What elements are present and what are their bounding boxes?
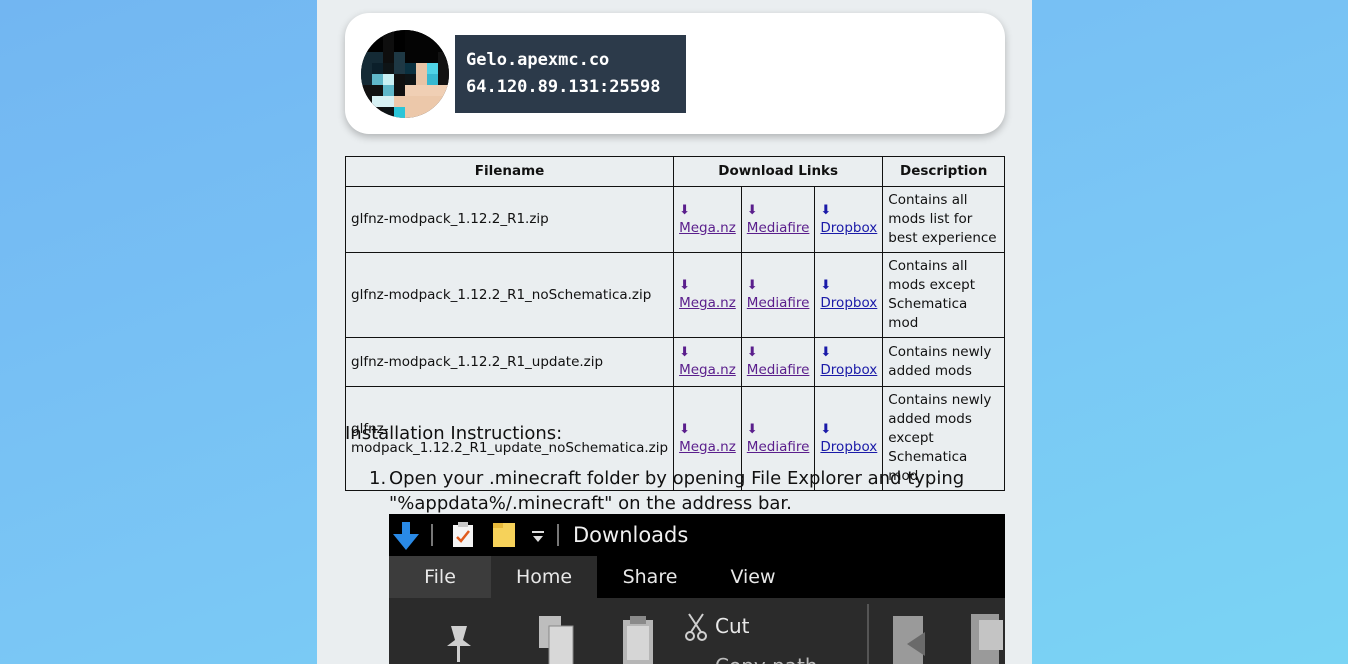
download-arrow-icon: ⬇ (746, 278, 758, 293)
mediafire-link-cell: ⬇ Mediafire (740, 186, 816, 253)
separator (867, 604, 869, 664)
copy-to-icon[interactable] (967, 612, 1005, 664)
list-item: 1. Open your .minecraft folder by openin… (369, 466, 1009, 516)
download-arrow-icon: ⬇ (820, 202, 832, 218)
ribbon-panel: Cut Copy path (389, 598, 1005, 664)
download-arrow-icon: ⬇ (679, 202, 690, 218)
download-arrow-icon: ⬇ (679, 421, 690, 437)
mega-link-cell: ⬇ Mega.nz (673, 337, 742, 387)
download-arrow-icon: ⬇ (746, 345, 758, 360)
mega-link[interactable]: Mega.nz (679, 362, 736, 378)
server-address-box[interactable]: Gelo.apexmc.co 64.120.89.131:25598 (455, 35, 686, 113)
download-arrow-icon: ⬇ (820, 345, 832, 360)
window-title: Downloads (573, 523, 689, 547)
dropbox-link[interactable]: Dropbox (820, 439, 877, 455)
paste-icon[interactable] (617, 610, 661, 664)
instruction-steps: 1. Open your .minecraft folder by openin… (369, 466, 1009, 516)
dropbox-link[interactable]: Dropbox (820, 220, 877, 236)
filename-cell: glfnz-modpack_1.12.2_R1_noSchematica.zip (344, 252, 675, 338)
mega-link[interactable]: Mega.nz (679, 295, 736, 311)
description-cell: Contains all mods except Schematica mod (882, 252, 1005, 338)
table-row: glfnz-modpack_1.12.2_R1_update.zip ⬇ Mega… (344, 337, 1005, 387)
tab-share[interactable]: Share (597, 556, 703, 598)
step-text: Open your .minecraft folder by opening F… (389, 468, 965, 514)
dropbox-link-cell: ⬇ Dropbox (814, 252, 884, 338)
properties-icon (453, 522, 473, 547)
pin-icon[interactable] (437, 620, 481, 664)
mediafire-link[interactable]: Mediafire (747, 439, 810, 455)
mega-link-cell: ⬇ Mega.nz (673, 252, 742, 338)
description-cell: Contains newly added mods (882, 337, 1005, 387)
mega-link-cell: ⬇ Mega.nz (673, 186, 742, 253)
customize-dropdown-icon (532, 531, 544, 542)
table-row: glfnz-modpack_1.12.2_R1_noSchematica.zip… (344, 252, 1005, 338)
copy-icon[interactable] (535, 612, 583, 664)
mega-link[interactable]: Mega.nz (679, 220, 736, 236)
dropbox-link[interactable]: Dropbox (820, 362, 877, 378)
separator (431, 524, 433, 546)
header-description: Description (882, 156, 1005, 187)
server-card: Gelo.apexmc.co 64.120.89.131:25598 (345, 13, 1005, 134)
dropbox-link-cell: ⬇ Dropbox (814, 186, 884, 253)
download-arrow-icon: ⬇ (746, 202, 758, 218)
dropbox-link[interactable]: Dropbox (820, 295, 877, 311)
download-arrow-icon (393, 522, 419, 550)
tab-file[interactable]: File (389, 556, 491, 598)
filename-cell: glfnz-modpack_1.12.2_R1_update.zip (344, 337, 675, 387)
page-content: Gelo.apexmc.co 64.120.89.131:25598 Filen… (317, 0, 1032, 664)
ribbon-tabs: File Home Share View (389, 556, 1005, 598)
explorer-titlebar: Downloads (389, 514, 1005, 556)
cut-icon[interactable] (683, 612, 709, 642)
header-download-links: Download Links (673, 156, 884, 187)
mediafire-link[interactable]: Mediafire (747, 295, 810, 311)
new-folder-icon (493, 523, 515, 547)
mega-link[interactable]: Mega.nz (679, 439, 736, 455)
server-ip: 64.120.89.131:25598 (466, 77, 661, 97)
download-arrow-icon: ⬇ (820, 278, 832, 293)
avatar (361, 30, 449, 118)
copy-path-label[interactable]: Copy path (715, 654, 818, 664)
move-to-icon[interactable] (889, 614, 939, 664)
tab-home[interactable]: Home (491, 556, 597, 598)
table-row: glfnz-modpack_1.12.2_R1.zip ⬇ Mega.nz ⬇ Me… (344, 186, 1005, 253)
tab-view[interactable]: View (703, 556, 803, 598)
step-number: 1. (369, 468, 387, 489)
mediafire-link[interactable]: Mediafire (747, 220, 810, 236)
mediafire-link-cell: ⬇ Mediafire (740, 252, 816, 338)
mediafire-link[interactable]: Mediafire (747, 362, 810, 378)
description-cell: Contains all mods list for best experien… (882, 186, 1005, 253)
filename-cell: glfnz-modpack_1.12.2_R1.zip (344, 186, 675, 253)
download-arrow-icon: ⬇ (679, 345, 690, 360)
mediafire-link-cell: ⬇ Mediafire (740, 337, 816, 387)
download-arrow-icon: ⬇ (746, 421, 758, 437)
server-hostname: Gelo.apexmc.co (466, 50, 610, 70)
installation-title: Installation Instructions: (345, 423, 563, 444)
table-header-row: Filename Download Links Description (344, 156, 1005, 187)
download-arrow-icon: ⬇ (679, 278, 690, 293)
dropbox-link-cell: ⬇ Dropbox (814, 337, 884, 387)
cut-label[interactable]: Cut (715, 614, 749, 638)
file-explorer-screenshot: Downloads File Home Share View Cut (389, 514, 1005, 664)
header-filename: Filename (344, 156, 675, 187)
download-arrow-icon: ⬇ (820, 421, 832, 437)
separator (557, 524, 559, 546)
